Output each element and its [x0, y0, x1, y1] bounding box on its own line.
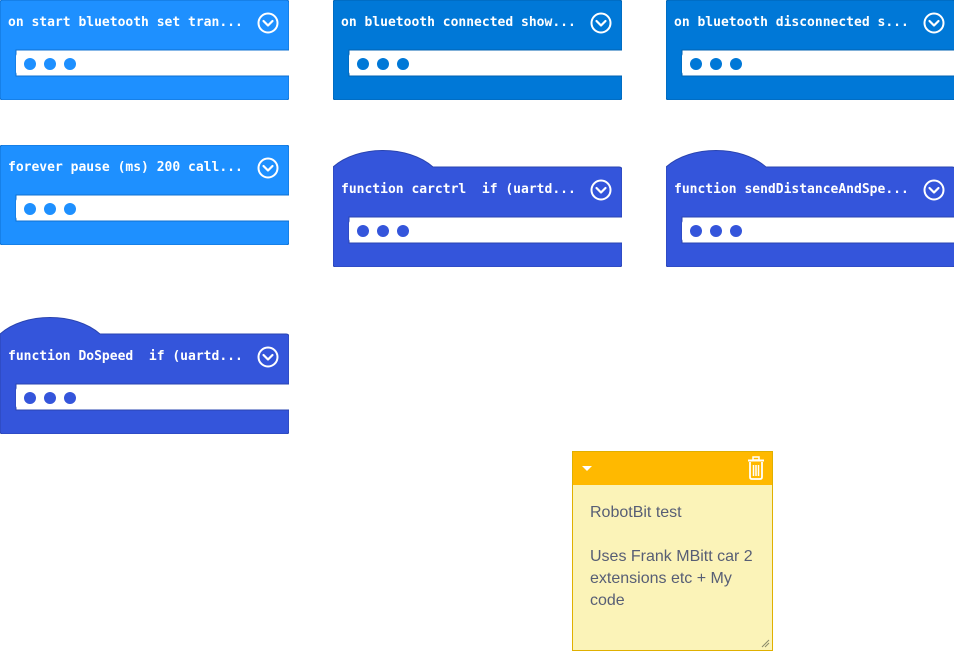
block-label: on start bluetooth set tran...	[8, 15, 243, 30]
ellipsis-dots-icon[interactable]	[682, 53, 954, 75]
block-forever[interactable]: forever pause (ms) 200 call...	[0, 145, 289, 245]
block-on-start[interactable]: on start bluetooth set tran...	[0, 0, 289, 100]
block-shape	[333, 150, 622, 267]
resize-grip-icon[interactable]	[760, 638, 770, 648]
chevron-down-circle-icon[interactable]	[923, 12, 945, 34]
trash-icon[interactable]	[745, 455, 767, 481]
chevron-down-circle-icon[interactable]	[923, 179, 945, 201]
block-function-senddistanceandspeed[interactable]: function sendDistanceAndSpe...	[666, 145, 954, 267]
block-on-bluetooth-connected[interactable]: on bluetooth connected show...	[333, 0, 622, 100]
comment-header[interactable]	[573, 452, 772, 485]
comment-text[interactable]: RobotBit test Uses Frank MBitt car 2 ext…	[590, 502, 762, 612]
caret-down-icon[interactable]	[582, 466, 592, 471]
block-body	[666, 150, 954, 267]
block-label: on bluetooth disconnected s...	[674, 15, 909, 30]
chevron-down-circle-icon[interactable]	[257, 346, 279, 368]
workspace-comment[interactable]: RobotBit test Uses Frank MBitt car 2 ext…	[572, 451, 773, 651]
block-function-carctrl[interactable]: function carctrl if (uartd...	[333, 145, 622, 267]
chevron-down-circle-icon[interactable]	[257, 12, 279, 34]
chevron-down-circle-icon[interactable]	[257, 157, 279, 179]
block-on-bluetooth-disconnected[interactable]: on bluetooth disconnected s...	[666, 0, 954, 100]
block-body	[333, 150, 622, 267]
block-function-dospeed[interactable]: function DoSpeed if (uartd...	[0, 312, 289, 434]
chevron-down-circle-icon[interactable]	[590, 179, 612, 201]
block-body	[0, 317, 289, 434]
block-label: on bluetooth connected show...	[341, 15, 576, 30]
ellipsis-dots-icon[interactable]	[682, 220, 954, 242]
block-shape	[0, 317, 289, 434]
ellipsis-dots-icon[interactable]	[16, 53, 289, 75]
block-label: function carctrl if (uartd...	[341, 182, 576, 197]
ellipsis-dots-icon[interactable]	[16, 198, 289, 220]
block-label: function DoSpeed if (uartd...	[8, 349, 243, 364]
block-label: forever pause (ms) 200 call...	[8, 160, 243, 175]
ellipsis-dots-icon[interactable]	[349, 220, 622, 242]
ellipsis-dots-icon[interactable]	[349, 53, 622, 75]
blocks-workspace[interactable]: on start bluetooth set tran... on blueto…	[0, 0, 954, 651]
ellipsis-dots-icon[interactable]	[16, 387, 289, 409]
block-label: function sendDistanceAndSpe...	[674, 182, 909, 197]
block-shape	[666, 150, 954, 267]
chevron-down-circle-icon[interactable]	[590, 12, 612, 34]
